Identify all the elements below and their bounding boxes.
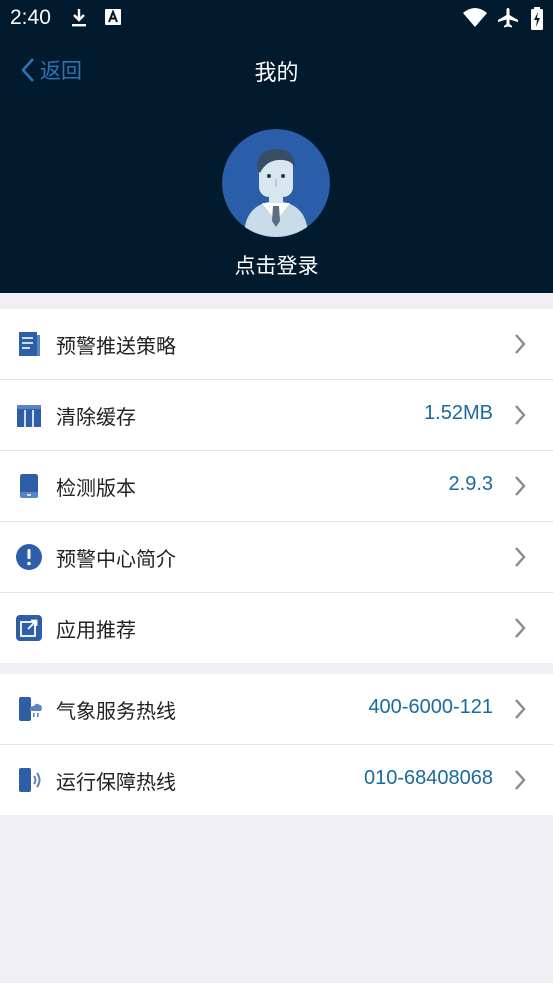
wifi-icon xyxy=(463,8,487,27)
chevron-right-icon xyxy=(515,334,526,354)
hotline-label: 运行保障热线 xyxy=(56,770,176,794)
menu-item-clear-cache[interactable]: 清除缓存 1.52MB xyxy=(0,380,553,451)
cache-size-value: 1.52MB xyxy=(424,402,493,424)
phone-call-icon xyxy=(19,768,41,792)
menu-item-alert-push-strategy[interactable]: 预警推送策略 xyxy=(0,309,553,380)
page-title: 我的 xyxy=(254,61,299,86)
chevron-right-icon xyxy=(515,770,526,790)
title-bar: 返回 我的 xyxy=(0,37,553,103)
menu-item-check-version[interactable]: 检测版本 2.9.3 xyxy=(0,451,553,522)
menu-item-label: 应用推荐 xyxy=(56,618,136,642)
document-icon xyxy=(19,332,40,356)
external-link-icon xyxy=(16,615,42,641)
hotline-operation-support[interactable]: 运行保障热线 010-68408068 xyxy=(0,745,553,815)
menu-item-label: 清除缓存 xyxy=(56,405,136,429)
battery-charging-icon xyxy=(531,7,543,30)
menu-item-center-intro[interactable]: 预警中心简介 xyxy=(0,522,553,593)
menu-item-label: 检测版本 xyxy=(56,476,136,500)
font-notification-icon xyxy=(105,9,121,25)
hotline-number: 010-68408068 xyxy=(363,767,493,789)
hotline-label: 气象服务热线 xyxy=(56,699,176,723)
chevron-right-icon xyxy=(515,618,526,638)
version-value: 2.9.3 xyxy=(448,473,493,495)
info-alert-icon xyxy=(16,544,42,570)
user-avatar-icon xyxy=(222,129,330,237)
storage-icon xyxy=(17,405,41,427)
chevron-right-icon xyxy=(515,699,526,719)
hotline-weather-service[interactable]: 气象服务热线 400-6000-121 xyxy=(0,674,553,745)
status-time: 2:40 xyxy=(10,6,51,29)
chevron-right-icon xyxy=(515,405,526,425)
device-icon xyxy=(20,474,38,498)
profile-header: 点击登录 xyxy=(0,102,553,293)
menu-item-label: 预警推送策略 xyxy=(56,334,176,358)
avatar[interactable] xyxy=(222,129,330,237)
chevron-right-icon xyxy=(515,476,526,496)
chevron-right-icon xyxy=(515,547,526,567)
weather-phone-icon xyxy=(19,697,42,721)
status-bar: 2:40 xyxy=(0,0,553,37)
hotline-section: 气象服务热线 400-6000-121 运行保障热线 010-68408068 xyxy=(0,674,553,815)
menu-item-label: 预警中心简介 xyxy=(56,547,176,571)
login-button[interactable]: 点击登录 xyxy=(0,250,553,280)
hotline-number: 400-6000-121 xyxy=(368,696,493,718)
airplane-mode-icon xyxy=(498,8,518,28)
settings-menu: 预警推送策略 清除缓存 1.52MB 检测版本 2.9.3 预警中心简介 应用推… xyxy=(0,309,553,663)
menu-item-app-recommend[interactable]: 应用推荐 xyxy=(0,593,553,663)
download-icon xyxy=(72,9,86,27)
